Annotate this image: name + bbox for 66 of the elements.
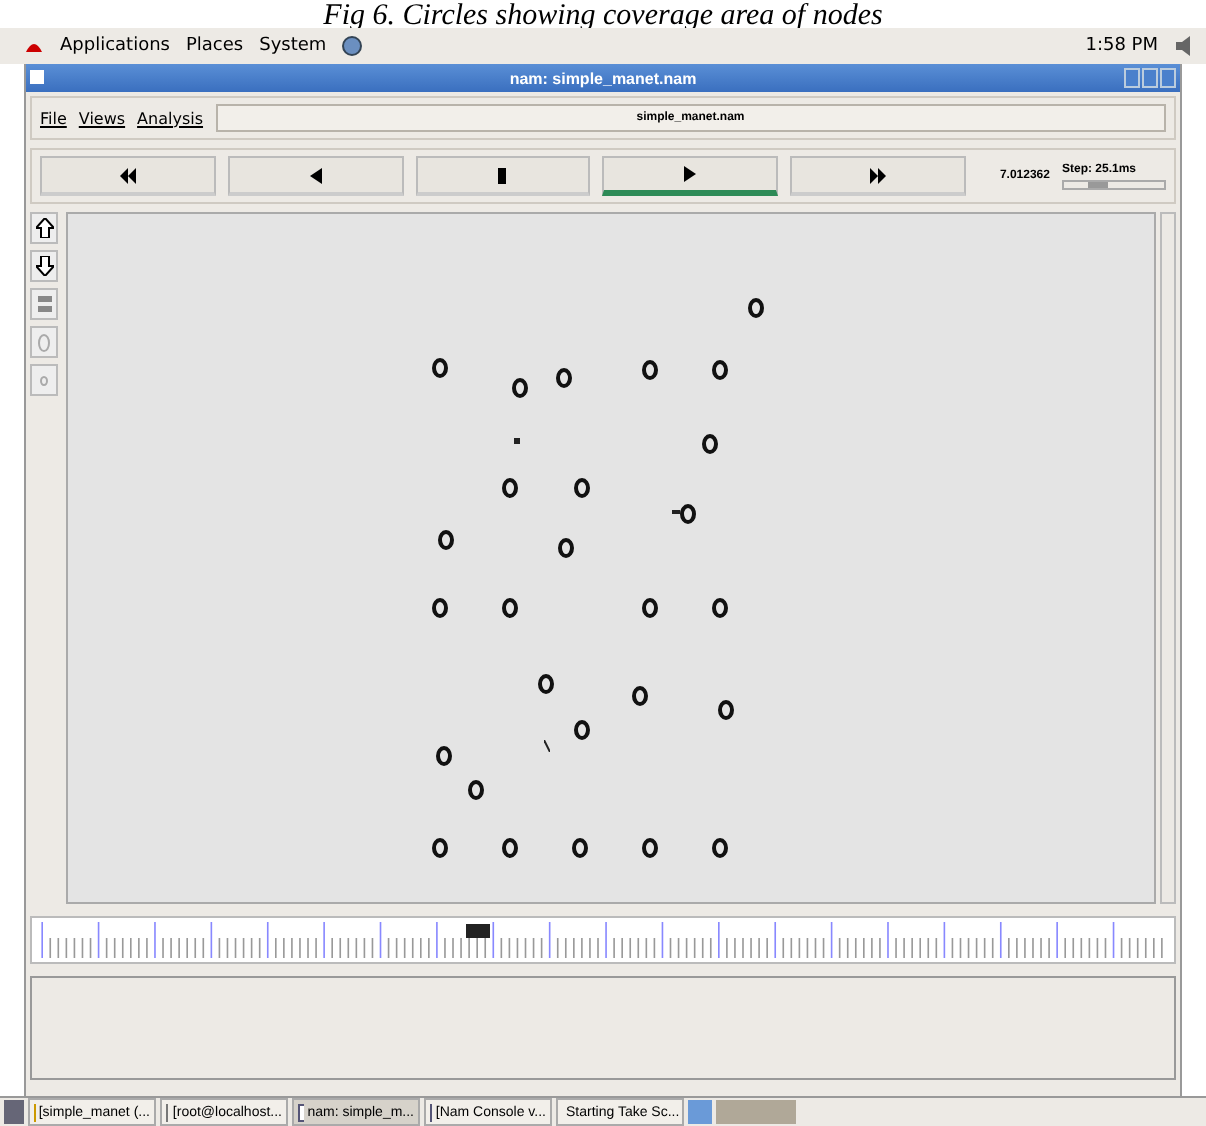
step-slider[interactable]: [1061, 179, 1166, 189]
node-icon: [632, 686, 648, 706]
node-icon: [556, 368, 572, 388]
node-icon: [574, 720, 590, 740]
node-icon: [718, 700, 734, 720]
rewind-button[interactable]: [40, 156, 216, 196]
node-icon: [712, 360, 728, 380]
node-icon: [512, 378, 528, 398]
speaker-icon[interactable]: [1174, 36, 1194, 56]
back-button[interactable]: [227, 156, 404, 196]
maximize-button[interactable]: [1142, 68, 1158, 88]
node-icon: [680, 504, 696, 524]
vertical-scrollbar[interactable]: [1160, 212, 1176, 904]
clock: 1:58 PM: [1085, 36, 1158, 56]
zoom-in-button[interactable]: [30, 212, 58, 244]
panel-menu[interactable]: Applications: [60, 36, 170, 56]
tool-button[interactable]: [30, 364, 58, 396]
rewind-icon: [119, 167, 136, 183]
node-icon: [432, 598, 448, 618]
fast-forward-icon: [870, 167, 887, 183]
node-icon: [502, 838, 518, 858]
up-arrow-icon: [35, 218, 53, 238]
node-icon: [712, 598, 728, 618]
minimize-button[interactable]: [1124, 68, 1140, 88]
node-icon: [502, 478, 518, 498]
grid-icon: [37, 296, 51, 312]
time-marker-icon[interactable]: [465, 924, 490, 938]
tool-button[interactable]: [30, 326, 58, 358]
packet-icon: [544, 740, 550, 752]
node-icon: [558, 538, 574, 558]
stop-button[interactable]: [415, 156, 591, 196]
dot-icon: [40, 375, 48, 385]
node-icon: [436, 746, 452, 766]
node-icon: [642, 838, 658, 858]
node-icon: [502, 598, 518, 618]
play-button[interactable]: [602, 156, 779, 196]
panel-menu[interactable]: Places: [185, 36, 244, 56]
back-icon: [309, 167, 322, 183]
node-icon: [712, 838, 728, 858]
node-icon: [642, 360, 658, 380]
node-icon: [438, 530, 454, 550]
panel-menu[interactable]: System: [259, 36, 327, 56]
menu-item[interactable]: Analysis: [137, 109, 204, 127]
stop-icon: [498, 167, 507, 183]
packet-icon: [514, 438, 520, 444]
down-arrow-icon: [35, 256, 53, 276]
node-icon: [748, 298, 764, 318]
node-icon: [432, 838, 448, 858]
forward-button[interactable]: [790, 156, 966, 196]
node-icon: [702, 434, 718, 454]
window-title: nam: simple_manet.nam: [509, 69, 697, 87]
slider-thumb[interactable]: [1088, 181, 1109, 187]
globe-icon[interactable]: [342, 36, 363, 56]
node-icon: [572, 838, 588, 858]
node-icon: [574, 478, 590, 498]
close-button[interactable]: [1160, 68, 1176, 88]
menu-item[interactable]: File: [40, 109, 67, 127]
oval-icon: [38, 333, 50, 351]
node-icon: [432, 358, 448, 378]
menu-item[interactable]: Views: [78, 109, 126, 127]
zoom-out-button[interactable]: [30, 250, 58, 282]
workspace-switcher-icon[interactable]: [688, 1100, 796, 1124]
node-icon: [468, 780, 484, 800]
node-icon: [538, 674, 554, 694]
play-icon: [684, 166, 697, 182]
node-icon: [642, 598, 658, 618]
